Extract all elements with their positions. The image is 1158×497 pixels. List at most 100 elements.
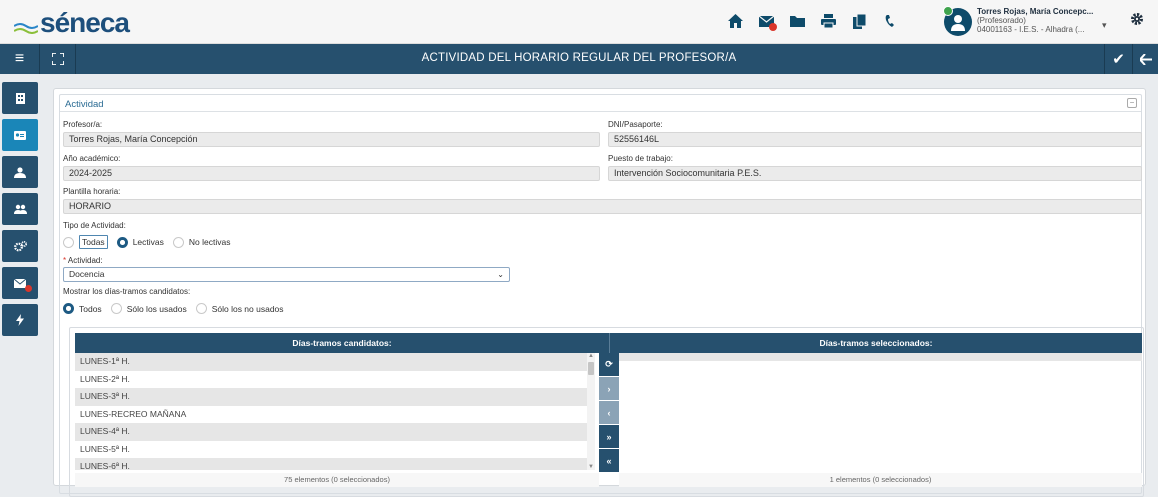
list-item[interactable]: LUNES-3ª H. bbox=[75, 388, 587, 406]
logo-text: séneca bbox=[40, 7, 130, 38]
cogs-icon[interactable] bbox=[2, 230, 38, 262]
group-icon[interactable] bbox=[2, 193, 38, 225]
mostrar-label: Mostrar los días-tramos candidatos: bbox=[63, 287, 191, 296]
top-bar: séneca Torres Rojas, María Concepc... (P… bbox=[0, 0, 1158, 44]
main-panel: Actividad − Profesor/a: Torres Rojas, Ma… bbox=[53, 88, 1146, 497]
plantilla-label: Plantilla horaria: bbox=[63, 187, 121, 196]
transfer-controls: ⟳ › ‹ » « bbox=[599, 353, 619, 473]
actividad-label: * Actividad: bbox=[63, 256, 103, 265]
waves-icon bbox=[14, 23, 38, 34]
move-all-right-icon[interactable]: » bbox=[599, 425, 619, 449]
bolt-icon[interactable] bbox=[2, 304, 38, 336]
phone-icon[interactable] bbox=[877, 10, 904, 32]
scrollbar[interactable]: ▲ ▼ bbox=[587, 353, 595, 470]
radio-circle bbox=[195, 303, 207, 314]
copy-icon[interactable] bbox=[846, 10, 873, 32]
tipo-actividad-radios: Todas Lectivas No lectivas bbox=[63, 235, 239, 249]
radio-todos[interactable]: Todos bbox=[63, 303, 102, 314]
section-header: Actividad − bbox=[60, 95, 1141, 112]
online-status-icon bbox=[943, 6, 953, 16]
candidates-header: Días-tramos candidatos: bbox=[75, 333, 609, 353]
list-item[interactable]: LUNES-5ª H. bbox=[75, 441, 587, 459]
radio-todas[interactable]: Todas bbox=[63, 235, 108, 249]
folder-icon[interactable] bbox=[784, 10, 811, 32]
radio-label: Lectivas bbox=[132, 237, 164, 247]
anio-label: Año académico: bbox=[63, 154, 121, 163]
list-item[interactable]: LUNES-2ª H. bbox=[75, 371, 587, 389]
candidates-list[interactable]: LUNES-1ª H. LUNES-2ª H. LUNES-3ª H. LUNE… bbox=[75, 353, 587, 470]
chevron-down-icon[interactable]: ▾ bbox=[1102, 20, 1107, 31]
radio-label: Todos bbox=[79, 303, 102, 314]
radio-label: No lectivas bbox=[188, 237, 231, 247]
list-item[interactable] bbox=[619, 353, 1142, 361]
page-title: ACTIVIDAD DEL HORARIO REGULAR DEL PROFES… bbox=[421, 52, 737, 64]
section-title: Actividad bbox=[65, 99, 104, 110]
print-icon[interactable] bbox=[815, 10, 842, 32]
back-arrow-icon[interactable] bbox=[1132, 44, 1158, 74]
scroll-thumb[interactable] bbox=[588, 362, 594, 375]
list-item[interactable]: LUNES-1ª H. bbox=[75, 353, 587, 371]
mostrar-radios: Todos Sólo los usados Sólo los no usados bbox=[63, 303, 293, 314]
radio-circle bbox=[172, 236, 184, 248]
activity-section: Actividad − Profesor/a: Torres Rojas, Ma… bbox=[59, 94, 1144, 497]
chevron-down-icon: ⌄ bbox=[497, 270, 504, 279]
list-item[interactable]: LUNES-6ª H. bbox=[75, 458, 587, 470]
radio-solo-no-usados[interactable]: Sólo los no usados bbox=[195, 303, 284, 314]
scroll-down-icon[interactable]: ▼ bbox=[587, 464, 595, 470]
radio-solo-usados[interactable]: Sólo los usados bbox=[110, 303, 187, 314]
anio-field: 2024-2025 bbox=[63, 166, 600, 181]
list-item[interactable]: LUNES-RECREO MAÑANA bbox=[75, 406, 587, 424]
actividad-label-text: Actividad: bbox=[67, 256, 103, 265]
user-role: (Profesorado) bbox=[977, 16, 1026, 25]
selected-header: Días-tramos seleccionados: bbox=[609, 333, 1142, 353]
refresh-icon[interactable]: ⟳ bbox=[599, 353, 619, 377]
check-icon[interactable]: ✔ bbox=[1104, 44, 1132, 74]
actividad-selected-value: Docencia bbox=[69, 269, 105, 279]
user-center: 04001163 - I.E.S. - Alhadra (... bbox=[977, 25, 1085, 34]
users-icon[interactable] bbox=[2, 156, 38, 188]
collapse-icon[interactable]: − bbox=[1127, 98, 1137, 108]
puesto-label: Puesto de trabajo: bbox=[608, 154, 673, 163]
move-right-icon[interactable]: › bbox=[599, 377, 619, 401]
notification-badge bbox=[25, 285, 32, 292]
radio-circle bbox=[63, 236, 74, 248]
puesto-field: Intervención Sociocomunitaria P.E.S. bbox=[608, 166, 1142, 181]
dual-list: Días-tramos candidatos: Días-tramos sele… bbox=[69, 327, 1144, 497]
home-icon[interactable] bbox=[722, 10, 749, 32]
radio-no-lectivas[interactable]: No lectivas bbox=[172, 236, 231, 248]
plantilla-field: HORARIO bbox=[63, 199, 1142, 214]
move-left-icon[interactable]: ‹ bbox=[599, 401, 619, 425]
dni-label: DNI/Pasaporte: bbox=[608, 120, 663, 129]
sidebar bbox=[2, 82, 38, 341]
mail-icon[interactable] bbox=[753, 10, 780, 32]
gear-icon[interactable] bbox=[1130, 12, 1144, 30]
radio-label: Todas bbox=[79, 235, 108, 249]
building-icon[interactable] bbox=[2, 82, 38, 114]
candidates-footer: 75 elementos (0 seleccionados) bbox=[75, 473, 599, 487]
selected-footer: 1 elementos (0 seleccionados) bbox=[619, 473, 1142, 487]
user-info[interactable]: Torres Rojas, María Concepc... (Profesor… bbox=[977, 7, 1097, 34]
profesor-field: Torres Rojas, María Concepción bbox=[63, 132, 600, 147]
radio-circle bbox=[63, 303, 74, 314]
radio-circle bbox=[110, 303, 122, 314]
notification-badge bbox=[769, 23, 777, 31]
title-bar: ≡ ACTIVIDAD DEL HORARIO REGULAR DEL PROF… bbox=[0, 44, 1158, 74]
id-card-icon[interactable] bbox=[2, 119, 38, 151]
mail-icon[interactable] bbox=[2, 267, 38, 299]
tipo-actividad-label: Tipo de Actividad: bbox=[63, 221, 126, 230]
user-avatar[interactable] bbox=[943, 6, 974, 36]
list-item[interactable]: LUNES-4ª H. bbox=[75, 423, 587, 441]
actividad-select[interactable]: Docencia ⌄ bbox=[63, 267, 510, 282]
scroll-up-icon[interactable]: ▲ bbox=[587, 353, 595, 359]
user-name: Torres Rojas, María Concepc... bbox=[977, 7, 1094, 16]
dni-field: 52556146L bbox=[608, 132, 1142, 147]
profesor-label: Profesor/a: bbox=[63, 120, 103, 129]
radio-label: Sólo los usados bbox=[126, 303, 187, 314]
selected-list[interactable] bbox=[619, 353, 1142, 470]
radio-label: Sólo los no usados bbox=[211, 303, 284, 314]
radio-lectivas[interactable]: Lectivas bbox=[116, 236, 164, 248]
required-marker: * bbox=[63, 256, 67, 265]
radio-circle bbox=[116, 236, 128, 248]
move-all-left-icon[interactable]: « bbox=[599, 449, 619, 473]
seneca-logo[interactable]: séneca bbox=[14, 7, 130, 38]
